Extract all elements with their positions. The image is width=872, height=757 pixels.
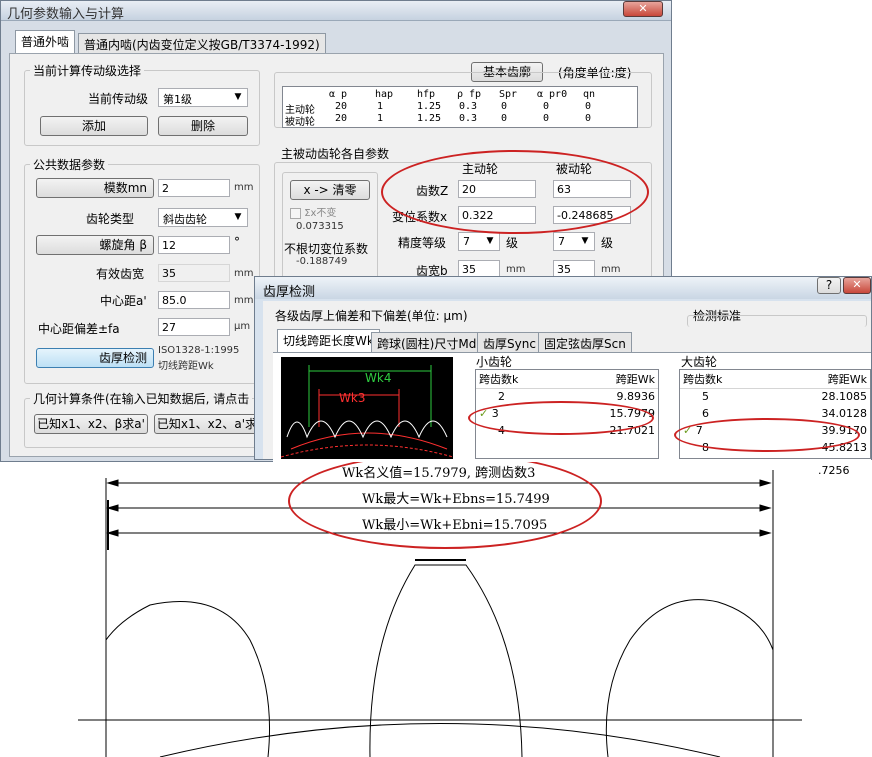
deviation-label: 各级齿厚上偏差和下偏差(单位: μm) xyxy=(275,309,468,323)
chevron-down-icon: ▼ xyxy=(234,92,242,102)
helix-angle-button[interactable]: 螺旋角 β xyxy=(36,235,154,255)
standard-group xyxy=(687,315,867,327)
root-circle-arc xyxy=(159,723,721,757)
tab-external[interactable]: 普通外啮 xyxy=(15,30,76,53)
current-stage-select[interactable]: 第1级 ▼ xyxy=(158,88,248,107)
grade-driver-unit: 级 xyxy=(506,236,519,250)
tab-md[interactable]: 跨球(圆柱)尺寸Md xyxy=(371,332,483,352)
module-input[interactable]: 2 xyxy=(158,179,230,197)
window-title: 齿厚检测 xyxy=(263,285,316,300)
center-distance-label: 中心距a' xyxy=(100,294,147,308)
gear-tooth-right xyxy=(605,599,774,757)
chevron-down-icon: ▼ xyxy=(486,236,494,246)
large-gear-label: 大齿轮 xyxy=(681,355,718,369)
tab-internal[interactable]: 普通内啮(内齿变位定义按GB/T3374-1992) xyxy=(78,33,326,53)
helix-angle-unit: ° xyxy=(234,235,240,249)
title-bar: 几何参数输入与计算 ✕ xyxy=(1,1,671,22)
window-title: 几何参数输入与计算 xyxy=(7,7,125,22)
grade-label: 精度等级 xyxy=(398,236,447,250)
wk4-label: Wk4 xyxy=(365,371,392,385)
small-gear-label: 小齿轮 xyxy=(476,355,513,369)
gear-type-select[interactable]: 斜齿齿轮 ▼ xyxy=(158,208,248,227)
gear-type-label: 齿轮类型 xyxy=(86,212,135,226)
gear-tooth-left xyxy=(105,601,270,757)
face-width-unit: mm xyxy=(234,268,254,279)
annotation-ring-teeth xyxy=(381,150,649,234)
module-button[interactable]: 模数mn xyxy=(36,178,154,198)
center-deviation-label: 中心距偏差±fa xyxy=(38,322,120,336)
reset-x-button[interactable]: x -> 清零 xyxy=(290,180,370,200)
helix-angle-input[interactable]: 12 xyxy=(158,236,230,254)
grade-driven-select[interactable]: 7 ▼ xyxy=(553,232,595,251)
face-width-value: 35 xyxy=(158,264,230,282)
module-unit: mm xyxy=(234,182,254,193)
grade-driven-unit: 级 xyxy=(601,236,614,250)
center-distance-input[interactable]: 85.0 xyxy=(158,291,230,309)
wk3-label: Wk3 xyxy=(339,391,366,405)
thickness-method: 切线跨距Wk xyxy=(158,361,214,372)
thickness-check-button[interactable]: 齿厚检测 xyxy=(36,348,154,368)
undercut-label: 不根切变位系数 xyxy=(284,242,369,256)
known-x-a-button[interactable]: 已知x1、x2、a'求 xyxy=(154,414,260,434)
grade-driver-select[interactable]: 7 ▼ xyxy=(458,232,500,251)
condition-label: 几何计算条件(在输入已知数据后, 请点击 xyxy=(30,390,253,407)
tab-wk[interactable]: 切线跨距长度Wk xyxy=(277,329,380,352)
help-button[interactable]: ? xyxy=(817,277,841,294)
drive-stage-label: 当前计算传动级选择 xyxy=(30,62,145,79)
basic-rack-table: α p hap hfp ρ fp Spr α pr0 qn 主动轮 20 1 1… xyxy=(282,86,638,128)
close-button[interactable]: ✕ xyxy=(843,277,871,294)
gear-tooth-center xyxy=(369,564,523,757)
sum-x-checkbox[interactable]: Σx不变 xyxy=(290,204,336,219)
center-distance-unit: mm xyxy=(234,295,254,306)
gear-params-label: 主被动齿轮各自参数 xyxy=(278,145,393,162)
annotation-ring-cad xyxy=(288,453,602,549)
thickness-standard: ISO1328-1:1995 xyxy=(158,345,240,356)
title-bar: 齿厚检测 ? ✕ xyxy=(255,277,871,300)
close-button[interactable]: ✕ xyxy=(623,1,663,17)
center-deviation-input[interactable]: 27 xyxy=(158,318,230,336)
face-width-label: 有效齿宽 xyxy=(96,267,145,281)
chevron-down-icon: ▼ xyxy=(234,212,242,222)
tab-scn[interactable]: 固定弦齿厚Scn xyxy=(538,332,632,352)
delete-stage-button[interactable]: 删除 xyxy=(158,116,248,136)
chevron-down-icon: ▼ xyxy=(581,236,589,246)
undercut-value: -0.188749 xyxy=(296,256,348,267)
known-x-beta-button[interactable]: 已知x1、x2、β求a' xyxy=(34,414,148,434)
list-item[interactable]: 5 28.1085 xyxy=(680,388,870,405)
add-stage-button[interactable]: 添加 xyxy=(40,116,148,136)
annotation-ring-small-gear xyxy=(468,401,654,435)
center-deviation-unit: μm xyxy=(234,321,251,332)
partial-row-value: .7256 xyxy=(818,464,850,477)
width-driver-unit: mm xyxy=(506,264,526,275)
common-params-label: 公共数据参数 xyxy=(30,156,109,173)
current-stage-label: 当前传动级 xyxy=(88,92,149,106)
tab-sync[interactable]: 齿厚Sync xyxy=(477,332,542,352)
annotation-ring-large-gear xyxy=(674,418,860,452)
sum-x-value: 0.073315 xyxy=(296,221,344,232)
width-driven-unit: mm xyxy=(601,264,621,275)
